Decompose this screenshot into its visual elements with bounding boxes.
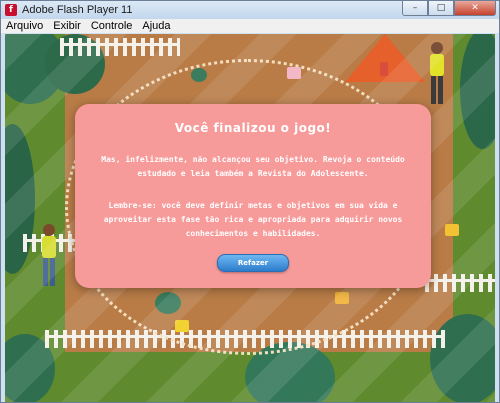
- dialog-advice: Lembre-se: você deve definir metas e obj…: [103, 201, 403, 238]
- menu-controle[interactable]: Controle: [86, 20, 138, 32]
- fence: [425, 274, 495, 292]
- flash-player-window: f Adobe Flash Player 11 – □ ✕ Arquivo Ex…: [0, 0, 500, 403]
- checkmark-sign-icon: [175, 320, 189, 332]
- dialog-message: Mas, infelizmente, não alcançou seu obje…: [101, 155, 405, 178]
- maximize-button[interactable]: □: [428, 1, 454, 16]
- signpost-icon: [335, 292, 349, 304]
- title-bar[interactable]: f Adobe Flash Player 11 – □ ✕: [1, 1, 499, 19]
- menu-arquivo[interactable]: Arquivo: [1, 20, 48, 32]
- window-title: Adobe Flash Player 11: [22, 4, 133, 16]
- person-right: [430, 42, 444, 104]
- dialog-title: Você finalizou o jogo!: [174, 121, 332, 135]
- game-canvas: Você finalizou o jogo! Mas, infelizmente…: [5, 34, 495, 402]
- menu-bar: Arquivo Exibir Controle Ajuda: [1, 19, 499, 33]
- tree: [430, 314, 495, 402]
- retry-button[interactable]: Refazer: [217, 254, 289, 272]
- flash-icon: f: [5, 4, 17, 16]
- signpost-icon: [445, 224, 459, 236]
- menu-ajuda[interactable]: Ajuda: [137, 20, 175, 32]
- minimize-button[interactable]: –: [402, 1, 428, 16]
- close-button[interactable]: ✕: [454, 1, 496, 16]
- game-over-dialog: Você finalizou o jogo! Mas, infelizmente…: [75, 104, 431, 288]
- person-left: [42, 224, 56, 286]
- menu-exibir[interactable]: Exibir: [48, 20, 86, 32]
- fence: [60, 38, 180, 56]
- signpost-icon: [287, 67, 301, 79]
- lantern-icon: [380, 62, 388, 76]
- window-controls: – □ ✕: [402, 1, 496, 16]
